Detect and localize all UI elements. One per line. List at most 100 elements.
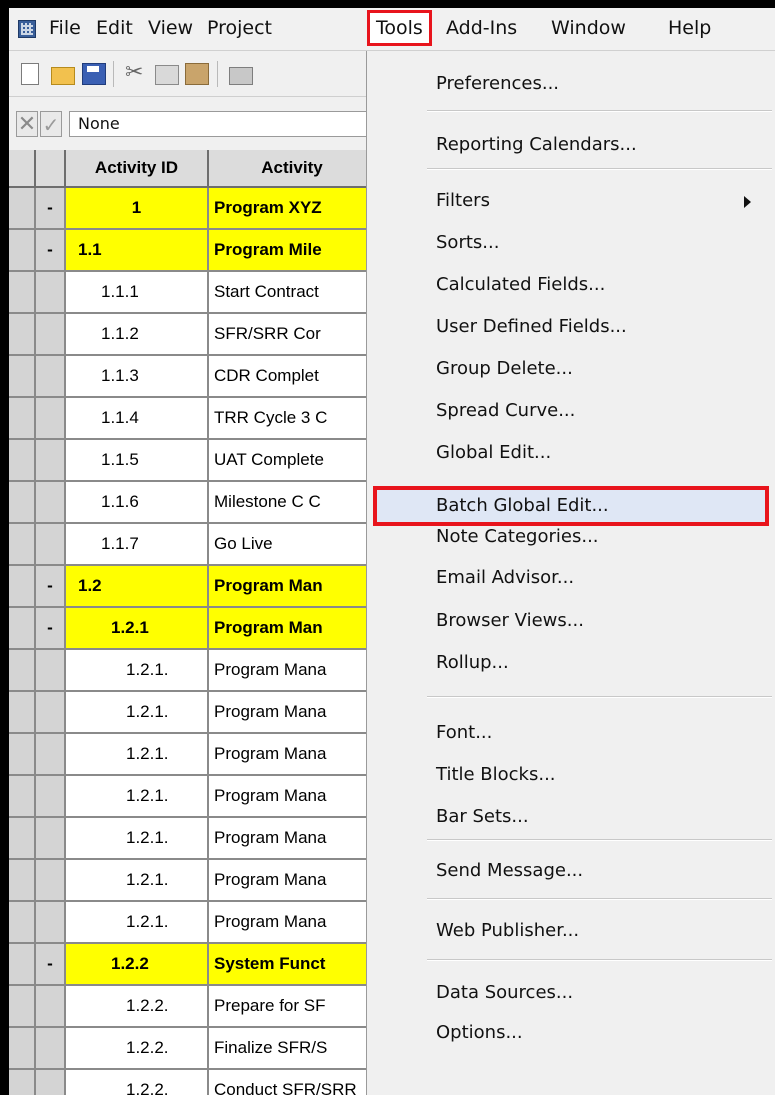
row-selector[interactable] [9,650,36,692]
menu-view[interactable]: View [142,8,199,48]
activity-name-cell[interactable]: Program Mana [209,902,375,944]
row-selector[interactable] [9,356,36,398]
activity-name-cell[interactable]: UAT Complete [209,440,375,482]
activity-name-cell[interactable]: Program Man [209,608,375,650]
row-selector[interactable] [9,1070,36,1095]
table-row[interactable]: 1.2.2. Finalize SFR/S [9,1028,375,1070]
row-selector[interactable] [9,482,36,524]
table-row[interactable]: 1.1.2 SFR/SRR Cor [9,314,375,356]
activity-name-cell[interactable]: Prepare for SF [209,986,375,1028]
new-document-icon[interactable] [21,63,39,85]
activity-name-cell[interactable]: Program Mana [209,650,375,692]
activity-id-cell[interactable]: 1 [66,188,209,230]
activity-name-cell[interactable]: Start Contract [209,272,375,314]
menu-tools[interactable]: Tools [367,10,432,46]
collapse-toggle[interactable]: - [36,188,66,230]
activity-name-cell[interactable]: Program Mana [209,734,375,776]
menu-item-filters[interactable]: Filters [367,181,775,221]
table-row[interactable]: 1.2.2. Prepare for SF [9,986,375,1028]
activity-id-cell[interactable]: 1.2.1. [66,818,209,860]
row-selector[interactable] [9,692,36,734]
menu-window[interactable]: Window [545,8,632,48]
activity-id-cell[interactable]: 1.1.2 [66,314,209,356]
table-row[interactable]: -1.2.2 System Funct [9,944,375,986]
row-selector[interactable] [9,566,36,608]
row-selector[interactable] [9,608,36,650]
header-select-corner[interactable] [9,150,36,188]
activity-name-cell[interactable]: Program Mile [209,230,375,272]
activity-name-cell[interactable]: Program Mana [209,860,375,902]
menu-item-preferences[interactable]: Preferences... [367,64,775,104]
activity-name-cell[interactable]: Conduct SFR/SRR [209,1070,375,1095]
menu-item-data-sources[interactable]: Data Sources... [367,973,775,1013]
table-row[interactable]: 1.1.1 Start Contract [9,272,375,314]
table-row[interactable]: 1.2.1. Program Mana [9,902,375,944]
row-selector[interactable] [9,230,36,272]
cell-edit-field[interactable]: None [69,111,369,137]
activity-id-cell[interactable]: 1.2.1. [66,902,209,944]
activity-name-cell[interactable]: System Funct [209,944,375,986]
open-folder-icon[interactable] [51,67,75,85]
table-row[interactable]: 1.1.6 Milestone C C [9,482,375,524]
activity-id-cell[interactable]: 1.1 [66,230,209,272]
activity-id-cell[interactable]: 1.1.6 [66,482,209,524]
table-row[interactable]: 1.2.2. Conduct SFR/SRR [9,1070,375,1095]
activity-id-cell[interactable]: 1.1.4 [66,398,209,440]
row-selector[interactable] [9,944,36,986]
menu-help[interactable]: Help [662,8,717,48]
activity-id-cell[interactable]: 1.2.2. [66,1028,209,1070]
activity-id-cell[interactable]: 1.2 [66,566,209,608]
activity-id-cell[interactable]: 1.1.5 [66,440,209,482]
row-selector[interactable] [9,902,36,944]
table-row[interactable]: -1.1 Program Mile [9,230,375,272]
activity-name-cell[interactable]: SFR/SRR Cor [209,314,375,356]
collapse-toggle[interactable]: - [36,230,66,272]
accept-edit-button[interactable]: ✓ [40,111,62,137]
activity-id-cell[interactable]: 1.2.2. [66,986,209,1028]
row-selector[interactable] [9,440,36,482]
row-selector[interactable] [9,1028,36,1070]
menu-item-calculated-fields[interactable]: Calculated Fields... [367,265,775,305]
table-row[interactable]: 1.2.1. Program Mana [9,692,375,734]
column-header-activity[interactable]: Activity [209,150,375,188]
row-selector[interactable] [9,734,36,776]
row-selector[interactable] [9,188,36,230]
menu-file[interactable]: File [43,8,87,48]
menu-item-global-edit[interactable]: Global Edit... [367,433,775,473]
print-icon[interactable] [229,67,253,85]
table-row[interactable]: 1.1.7 Go Live [9,524,375,566]
menu-project[interactable]: Project [201,8,278,48]
activity-id-cell[interactable]: 1.2.1. [66,734,209,776]
table-row[interactable]: 1.1.5 UAT Complete [9,440,375,482]
table-row[interactable]: 1.2.1. Program Mana [9,650,375,692]
row-selector[interactable] [9,272,36,314]
activity-id-cell[interactable]: 1.2.1. [66,650,209,692]
menu-add-ins[interactable]: Add-Ins [440,8,523,48]
menu-item-user-defined-fields[interactable]: User Defined Fields... [367,307,775,347]
activity-id-cell[interactable]: 1.1.1 [66,272,209,314]
activity-id-cell[interactable]: 1.1.3 [66,356,209,398]
row-selector[interactable] [9,818,36,860]
menu-item-web-publisher[interactable]: Web Publisher... [367,911,775,951]
activity-id-cell[interactable]: 1.2.1. [66,776,209,818]
table-row[interactable]: 1.1.3 CDR Complet [9,356,375,398]
paste-clipboard-icon[interactable] [185,63,209,85]
activity-name-cell[interactable]: Program Mana [209,776,375,818]
collapse-toggle[interactable]: - [36,944,66,986]
menu-item-browser-views[interactable]: Browser Views... [367,601,775,641]
activity-name-cell[interactable]: CDR Complet [209,356,375,398]
activity-id-cell[interactable]: 1.2.2 [66,944,209,986]
cancel-edit-button[interactable]: ✕ [16,111,38,137]
row-selector[interactable] [9,860,36,902]
menu-item-email-advisor[interactable]: Email Advisor... [367,558,775,598]
row-selector[interactable] [9,986,36,1028]
table-row[interactable]: 1.2.1. Program Mana [9,776,375,818]
activity-id-cell[interactable]: 1.1.7 [66,524,209,566]
activity-name-cell[interactable]: Finalize SFR/S [209,1028,375,1070]
row-selector[interactable] [9,398,36,440]
row-selector[interactable] [9,314,36,356]
menu-item-sorts[interactable]: Sorts... [367,223,775,263]
menu-item-options[interactable]: Options... [367,1013,775,1053]
menu-item-send-message[interactable]: Send Message... [367,851,775,891]
menu-edit[interactable]: Edit [90,8,139,48]
